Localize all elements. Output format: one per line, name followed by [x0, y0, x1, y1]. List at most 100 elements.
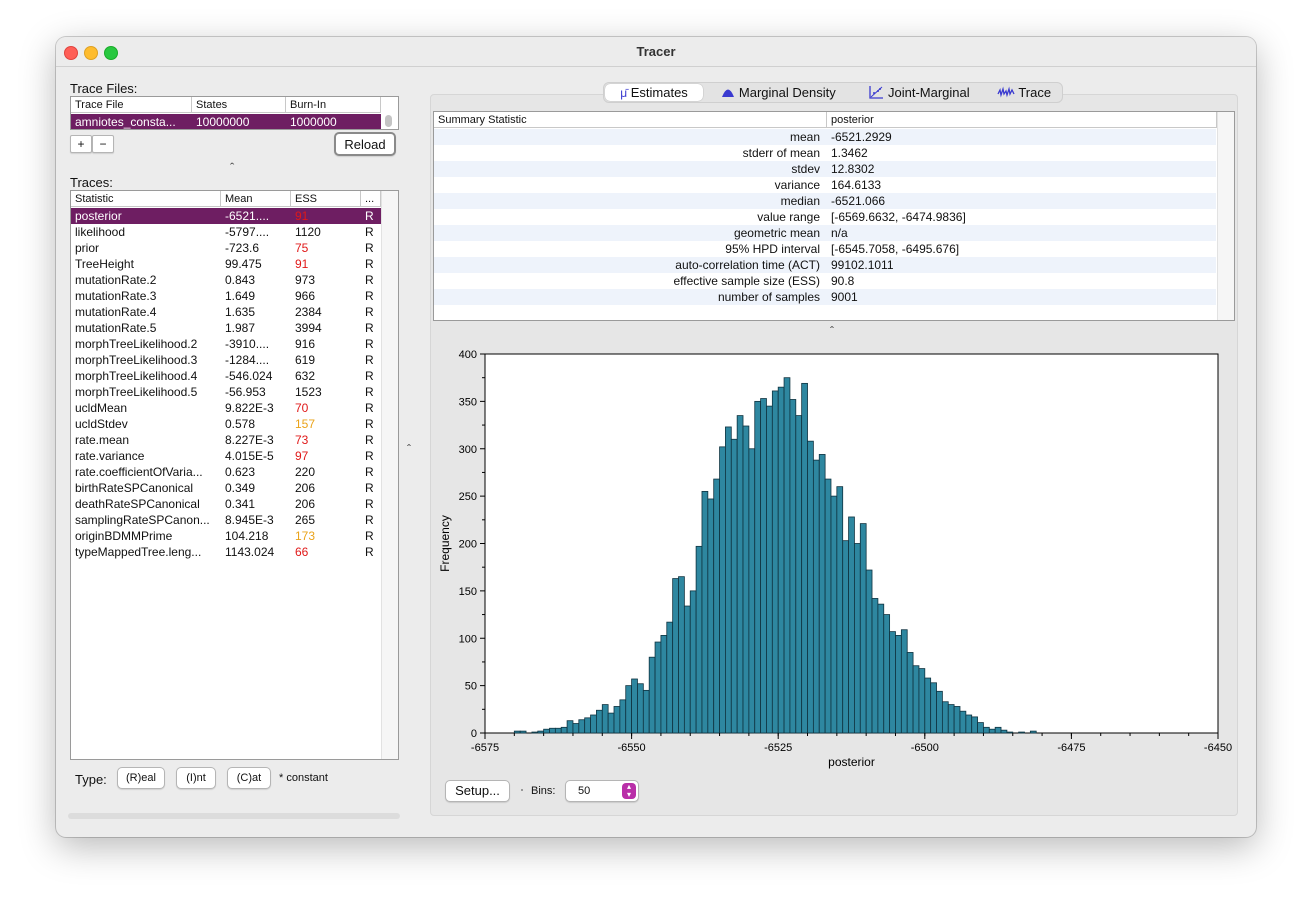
- type-int-button[interactable]: (I)nt: [176, 767, 216, 789]
- column-header-mean[interactable]: Mean: [221, 191, 291, 207]
- histogram-bar: [818, 454, 826, 734]
- summary-row[interactable]: stderr of mean 1.3462: [434, 145, 1216, 161]
- trace-row[interactable]: morphTreeLikelihood.5 -56.953 1523 R: [71, 384, 381, 400]
- histogram-bar: [871, 598, 879, 734]
- trace-row[interactable]: birthRateSPCanonical 0.349 206 R: [71, 480, 381, 496]
- trace-row[interactable]: morphTreeLikelihood.3 -1284.... 619 R: [71, 352, 381, 368]
- trace-ess-cell: 91: [295, 257, 309, 271]
- column-header-burn-in[interactable]: Burn-In: [286, 97, 381, 113]
- summary-scrollbar-track[interactable]: [1217, 112, 1234, 320]
- trace-type-cell: R: [365, 401, 374, 415]
- histogram-bar: [689, 590, 697, 734]
- trace-row[interactable]: mutationRate.3 1.649 966 R: [71, 288, 381, 304]
- minimize-window-button[interactable]: [84, 46, 98, 60]
- trace-type-cell: R: [365, 449, 374, 463]
- trace-mean-cell: -3910....: [225, 337, 270, 351]
- y-tick-label: 100: [459, 633, 477, 645]
- trace-statistic-cell: ucldStdev: [75, 417, 128, 431]
- tab-trace-label: Trace: [1018, 85, 1052, 100]
- histogram-bar: [789, 399, 797, 734]
- traces-scrollbar-track[interactable]: [381, 191, 398, 759]
- reload-button[interactable]: Reload: [334, 132, 396, 156]
- trace-row[interactable]: rate.coefficientOfVaria... 0.623 220 R: [71, 464, 381, 480]
- column-header-type[interactable]: ...: [361, 191, 381, 207]
- x-tick-label: -6550: [618, 742, 646, 754]
- trace-ess-cell: 157: [295, 417, 316, 431]
- trace-row[interactable]: mutationRate.5 1.987 3994 R: [71, 320, 381, 336]
- column-header-summary-statistic[interactable]: Summary Statistic: [434, 112, 827, 128]
- column-header-ess[interactable]: ESS: [291, 191, 361, 207]
- zoom-window-button[interactable]: [104, 46, 118, 60]
- tab-estimates[interactable]: μ̄ Estimates: [605, 84, 703, 101]
- trace-row[interactable]: deathRateSPCanonical 0.341 206 R: [71, 496, 381, 512]
- tab-trace[interactable]: Trace: [987, 84, 1061, 101]
- summary-row[interactable]: 95% HPD interval [-6545.7058, -6495.676]: [434, 241, 1216, 257]
- trace-mean-cell: 99.475: [225, 257, 262, 271]
- histogram-bar: [730, 438, 738, 734]
- horizontal-scrollbar[interactable]: [68, 813, 400, 819]
- summary-splitter-handle[interactable]: ˆ: [830, 324, 834, 338]
- histogram-bar: [654, 641, 662, 734]
- trace-row[interactable]: TreeHeight 99.475 91 R: [71, 256, 381, 272]
- trace-row[interactable]: prior -723.6 75 R: [71, 240, 381, 256]
- column-header-posterior[interactable]: posterior: [827, 112, 1217, 128]
- bins-select[interactable]: 50 ▴ ▾: [565, 780, 639, 802]
- histogram-bar: [683, 605, 691, 734]
- summary-row[interactable]: mean -6521.2929: [434, 129, 1216, 145]
- vertical-splitter-handle[interactable]: ˆ: [230, 160, 234, 175]
- trace-row[interactable]: ucldStdev 0.578 157 R: [71, 416, 381, 432]
- column-header-states[interactable]: States: [192, 97, 286, 113]
- horizontal-splitter-handle[interactable]: ˆ: [407, 442, 411, 456]
- y-tick-label: 250: [459, 491, 477, 503]
- trace-row[interactable]: samplingRateSPCanon... 8.945E-3 265 R: [71, 512, 381, 528]
- trace-row[interactable]: mutationRate.2 0.843 973 R: [71, 272, 381, 288]
- trace-ess-cell: 632: [295, 369, 316, 383]
- histogram-bar: [554, 727, 562, 734]
- trace-type-cell: R: [365, 289, 374, 303]
- density-icon: [722, 89, 735, 97]
- trace-file-burnin[interactable]: 1000000: [286, 114, 381, 129]
- summary-statistic-name: geometric mean: [733, 226, 820, 240]
- summary-row[interactable]: effective sample size (ESS) 90.8: [434, 273, 1216, 289]
- trace-files-scrollbar[interactable]: [385, 115, 392, 127]
- trace-row[interactable]: ucldMean 9.822E-3 70 R: [71, 400, 381, 416]
- summary-row[interactable]: value range [-6569.6632, -6474.9836]: [434, 209, 1216, 225]
- remove-trace-file-button[interactable]: −: [92, 135, 114, 153]
- trace-row[interactable]: morphTreeLikelihood.4 -546.024 632 R: [71, 368, 381, 384]
- trace-type-cell: R: [365, 481, 374, 495]
- trace-row[interactable]: mutationRate.4 1.635 2384 R: [71, 304, 381, 320]
- trace-files-table: Trace File States Burn-In amniotes_const…: [70, 96, 399, 130]
- histogram-bar: [578, 719, 586, 734]
- trace-row[interactable]: rate.mean 8.227E-3 73 R: [71, 432, 381, 448]
- trace-row[interactable]: typeMappedTree.leng... 1143.024 66 R: [71, 544, 381, 560]
- summary-row[interactable]: median -6521.066: [434, 193, 1216, 209]
- tab-marginal-density[interactable]: Marginal Density: [705, 84, 852, 101]
- trace-ess-cell: 66: [295, 545, 309, 559]
- trace-file-row[interactable]: amniotes_consta... 10000000 1000000: [71, 114, 381, 129]
- type-real-button[interactable]: (R)eal: [117, 767, 165, 789]
- trace-type-cell: R: [365, 337, 374, 351]
- summary-row[interactable]: geometric mean n/a: [434, 225, 1216, 241]
- type-cat-button[interactable]: (C)at: [227, 767, 271, 789]
- trace-row[interactable]: likelihood -5797.... 1120 R: [71, 224, 381, 240]
- trace-row[interactable]: originBDMMPrime 104.218 173 R: [71, 528, 381, 544]
- histogram-bar: [637, 683, 644, 734]
- trace-row[interactable]: morphTreeLikelihood.2 -3910.... 916 R: [71, 336, 381, 352]
- add-trace-file-button[interactable]: +: [70, 135, 92, 153]
- trace-row[interactable]: rate.variance 4.015E-5 97 R: [71, 448, 381, 464]
- trace-row[interactable]: posterior -6521.... 91 R: [71, 208, 381, 224]
- trace-type-cell: R: [365, 433, 374, 447]
- summary-statistic-name: stderr of mean: [742, 146, 820, 160]
- histogram-bar: [1000, 729, 1008, 734]
- close-window-button[interactable]: [64, 46, 78, 60]
- summary-row[interactable]: number of samples 9001: [434, 289, 1216, 305]
- tab-joint-marginal[interactable]: Joint-Marginal: [856, 84, 983, 101]
- summary-row[interactable]: auto-correlation time (ACT) 99102.1011: [434, 257, 1216, 273]
- summary-row[interactable]: variance 164.6133: [434, 177, 1216, 193]
- summary-row[interactable]: stdev 12.8302: [434, 161, 1216, 177]
- column-header-trace-file[interactable]: Trace File: [71, 97, 192, 113]
- column-header-statistic[interactable]: Statistic: [71, 191, 221, 207]
- setup-button[interactable]: Setup...: [445, 780, 510, 802]
- trace-mean-cell: 1.987: [225, 321, 256, 335]
- summary-statistic-value: 90.8: [831, 274, 855, 288]
